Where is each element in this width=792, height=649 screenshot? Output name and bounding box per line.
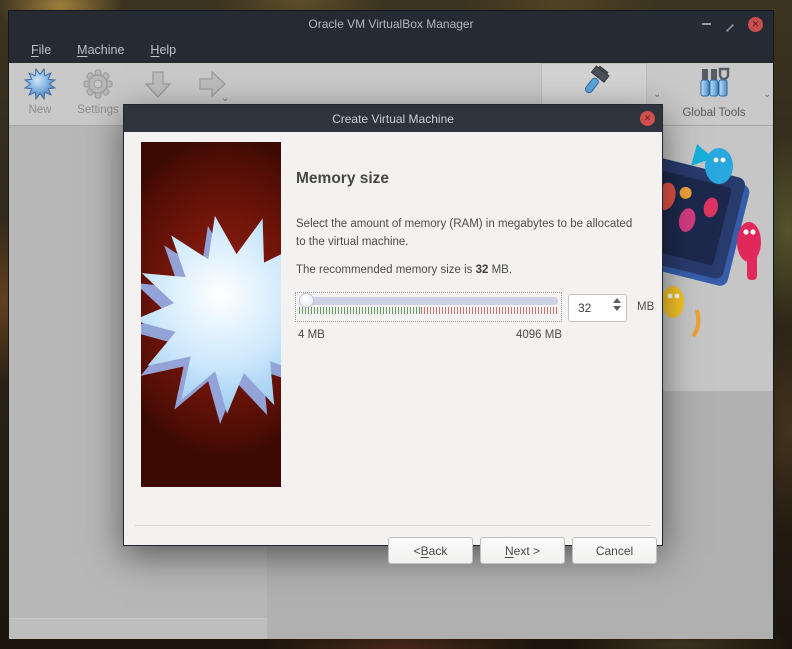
slider-green-zone	[299, 307, 421, 314]
start-menu-chevron-icon[interactable]: ⌄	[221, 93, 229, 104]
menu-bar: File Machine Help	[9, 37, 773, 63]
settings-button-label: Settings	[77, 104, 119, 116]
dialog-title: Create Virtual Machine	[332, 111, 454, 126]
arrow-down-icon	[142, 65, 174, 103]
spin-up-icon[interactable]	[613, 298, 621, 303]
spin-down-icon[interactable]	[613, 306, 621, 311]
restore-icon[interactable]	[725, 20, 734, 32]
dialog-close-icon[interactable]: ✕	[640, 111, 655, 126]
dialog-titlebar[interactable]: Create Virtual Machine ✕	[124, 105, 662, 132]
starburst-graphic	[141, 215, 281, 424]
machine-tools-chevron-icon[interactable]: ⌄	[653, 89, 661, 100]
recommended-memory-line: The recommended memory size is 32 MB.	[296, 264, 513, 276]
next-button[interactable]: Next >	[480, 537, 565, 564]
window-title: Oracle VM VirtualBox Manager	[308, 17, 474, 31]
settings-button[interactable]: Settings	[69, 65, 127, 123]
vm-list-statusline	[9, 618, 267, 639]
machine-tools-button[interactable]	[541, 63, 647, 105]
page-title: Memory size	[296, 170, 390, 187]
memory-slider-ticks	[299, 307, 558, 314]
dialog-separator	[135, 525, 651, 526]
memory-unit-label: MB	[637, 301, 655, 313]
slider-max-label: 4096 MB	[515, 329, 562, 341]
new-vm-button[interactable]: New	[11, 65, 69, 123]
memory-slider-handle[interactable]	[299, 293, 314, 308]
window-controls: ✕	[702, 11, 763, 37]
gear-icon	[81, 65, 115, 103]
wizard-image-panel	[141, 142, 281, 487]
new-starburst-icon	[23, 65, 57, 103]
new-button-label: New	[28, 104, 52, 116]
menu-file[interactable]: File	[31, 43, 51, 57]
menu-help[interactable]: Help	[150, 43, 176, 57]
global-tools-label: Global Tools	[682, 107, 746, 119]
memory-slider-track[interactable]	[299, 293, 558, 308]
global-tools-button[interactable]: Global Tools	[667, 65, 761, 123]
memory-description: Select the amount of memory (RAM) in meg…	[296, 218, 633, 248]
close-window-icon[interactable]: ✕	[748, 16, 763, 32]
global-tools-chevron-icon[interactable]: ⌄	[763, 89, 771, 100]
memory-value-input[interactable]	[569, 301, 605, 315]
slider-range-labels: 4 MB 4096 MB	[298, 329, 562, 341]
memory-spinbox	[568, 294, 627, 322]
spinbox-arrows	[613, 298, 621, 311]
window-titlebar[interactable]: Oracle VM VirtualBox Manager ✕	[9, 11, 773, 37]
slider-min-label: 4 MB	[298, 329, 325, 341]
dialog-body: Memory size Select the amount of memory …	[124, 132, 662, 564]
slider-red-zone	[420, 307, 558, 314]
minimize-icon[interactable]	[702, 23, 711, 25]
window-header: Oracle VM VirtualBox Manager ✕ File Mach…	[9, 11, 773, 63]
wrench-hammer-icon	[574, 64, 614, 105]
desktop-wallpaper: Oracle VM VirtualBox Manager ✕ File Mach…	[0, 0, 792, 649]
create-vm-dialog: Create Virtual Machine ✕ Memory size Sel…	[123, 104, 663, 564]
global-tools-icon	[696, 65, 732, 106]
recommended-memory-value: 32	[475, 264, 489, 276]
cancel-button[interactable]: Cancel	[572, 537, 657, 564]
back-button[interactable]: < Back	[388, 537, 473, 564]
menu-machine[interactable]: Machine	[77, 43, 124, 57]
memory-slider[interactable]	[295, 292, 562, 322]
